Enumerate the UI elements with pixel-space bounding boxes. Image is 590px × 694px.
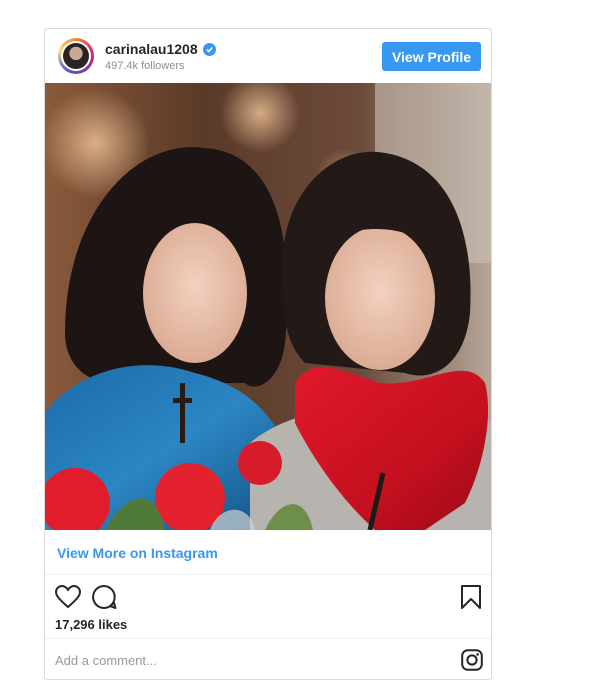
comment-row: Add a comment...	[45, 639, 491, 679]
avatar-photo	[63, 43, 89, 69]
like-count: 17,296 likes	[55, 617, 128, 632]
avatar[interactable]	[58, 38, 94, 74]
post-actions: 17,296 likes	[45, 575, 491, 639]
user-block: carinalau1208 497.4k followers	[105, 41, 216, 72]
heart-icon[interactable]	[54, 584, 82, 614]
username[interactable]: carinalau1208	[105, 41, 198, 57]
post-photo[interactable]	[45, 83, 491, 530]
follower-count: 497.4k followers	[105, 60, 185, 72]
instagram-embed-card: carinalau1208 497.4k followers View Prof…	[44, 28, 492, 680]
verified-badge-icon	[202, 42, 216, 56]
view-profile-button[interactable]: View Profile	[382, 42, 481, 71]
view-more-link[interactable]: View More on Instagram	[57, 545, 218, 561]
speech-bubble-icon[interactable]	[91, 584, 117, 615]
comment-input[interactable]: Add a comment...	[55, 653, 157, 668]
instagram-logo-icon[interactable]	[461, 649, 483, 676]
view-more-row: View More on Instagram	[45, 530, 491, 575]
bookmark-icon[interactable]	[461, 585, 481, 614]
post-header: carinalau1208 497.4k followers View Prof…	[45, 29, 491, 83]
